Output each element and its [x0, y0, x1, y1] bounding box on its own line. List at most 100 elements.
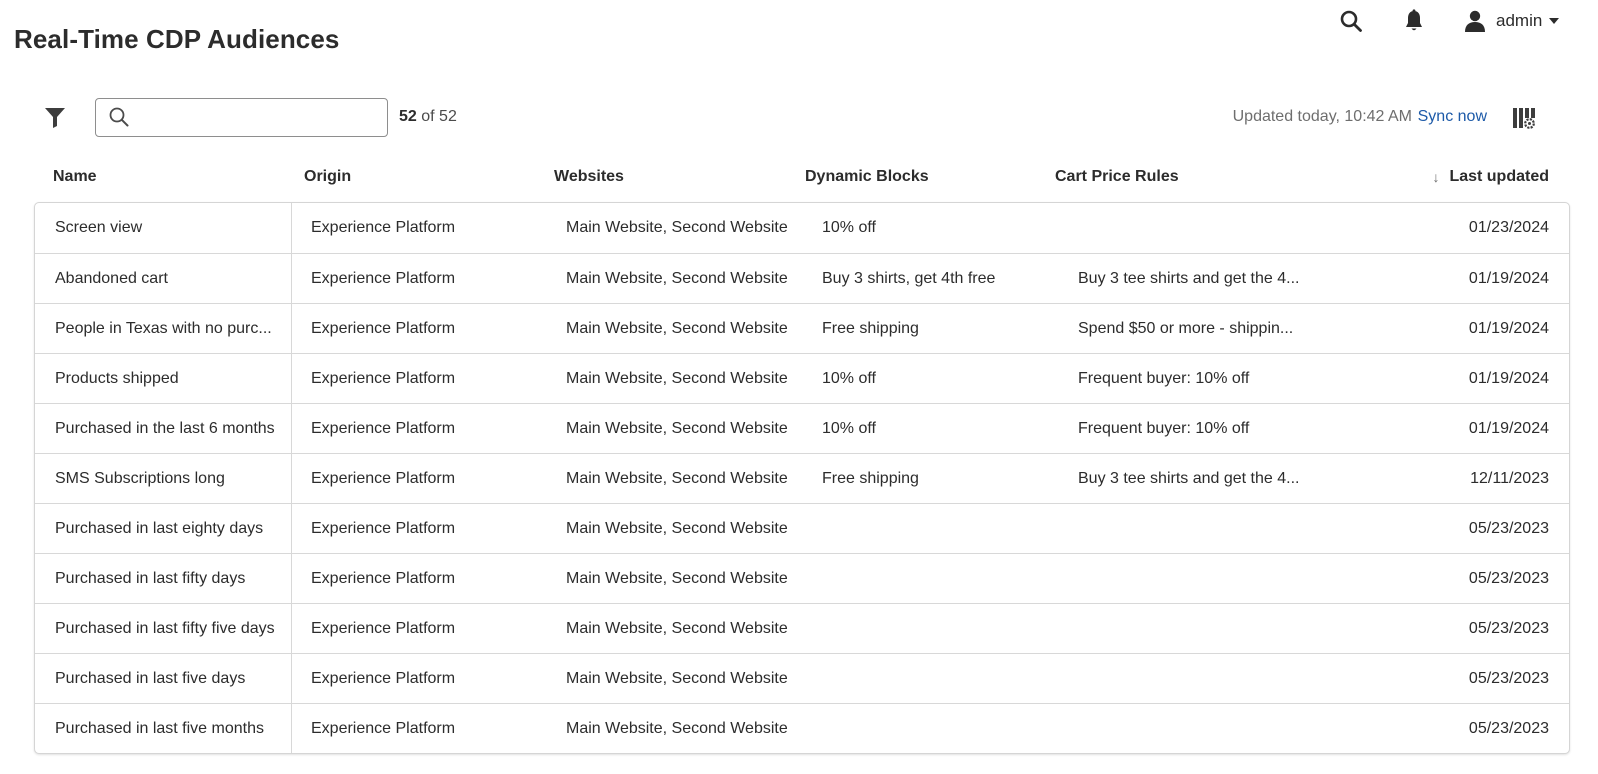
cell-origin: Experience Platform [311, 720, 456, 737]
search-icon [1340, 10, 1362, 32]
last-sync-status: Updated today, 10:42 AM [1232, 108, 1412, 125]
filter-button[interactable] [42, 104, 68, 130]
cell-dynamic-blocks: Buy 3 shirts, get 4th free [822, 270, 996, 287]
cell-dynamic-blocks: 10% off [822, 370, 876, 387]
cell-dynamic-blocks [822, 604, 1067, 653]
cell-origin: Experience Platform [311, 570, 456, 587]
table-row[interactable]: Purchased in the last 6 months Experience… [35, 403, 1569, 453]
column-header-name[interactable]: Name [53, 168, 97, 186]
table-row[interactable]: Purchased in last fifty days Experience P… [35, 553, 1569, 603]
cell-name: Purchased in the last 6 months [55, 420, 275, 437]
page-title: Real-Time CDP Audiences [14, 24, 340, 54]
search-icon [109, 107, 129, 127]
table-header: Name Origin Websites Dynamic Blocks Cart… [34, 166, 1570, 196]
cell-origin: Experience Platform [311, 670, 456, 687]
user-menu[interactable]: admin [1463, 8, 1560, 34]
cell-last-updated: 01/19/2024 [1468, 370, 1549, 387]
table-row[interactable]: Purchased in last five months Experience … [35, 703, 1569, 753]
cell-websites: Main Website, Second Website [566, 320, 788, 337]
cell-origin: Experience Platform [311, 270, 456, 287]
cell-websites: Main Website, Second Website [566, 520, 788, 537]
cell-origin: Experience Platform [311, 420, 456, 437]
column-divider [291, 504, 292, 553]
cell-cart-price-rules: Spend $50 or more - shippin... [1078, 320, 1294, 337]
global-search-button[interactable] [1338, 8, 1364, 34]
user-name: admin [1496, 11, 1543, 30]
cell-dynamic-blocks: 10% off [822, 219, 876, 236]
cell-name: Abandoned cart [55, 270, 168, 287]
cell-websites: Main Website, Second Website [566, 370, 788, 387]
column-divider [291, 454, 292, 503]
cell-name: Purchased in last fifty days [55, 570, 246, 587]
cell-dynamic-blocks: Free shipping [822, 470, 919, 487]
column-header-last-updated[interactable]: ↓ Last updated [1432, 168, 1549, 186]
cell-origin: Experience Platform [311, 520, 456, 537]
cell-cart-price-rules [1078, 203, 1318, 252]
column-divider [291, 304, 292, 353]
column-divider [291, 554, 292, 603]
column-divider [291, 704, 292, 753]
cell-last-updated: 05/23/2023 [1468, 570, 1549, 587]
table-row[interactable]: Abandoned cart Experience Platform Main We… [35, 253, 1569, 303]
column-header-origin[interactable]: Origin [304, 168, 351, 186]
result-count-shown: 52 [399, 108, 417, 125]
table-row[interactable]: SMS Subscriptions long Experience Platfor… [35, 453, 1569, 503]
cell-cart-price-rules [1078, 654, 1318, 703]
column-header-websites[interactable]: Websites [554, 168, 624, 186]
cell-name: SMS Subscriptions long [55, 470, 225, 487]
cell-origin: Experience Platform [311, 370, 456, 387]
column-divider [291, 354, 292, 403]
sort-descending-icon: ↓ [1432, 169, 1440, 185]
notifications-button[interactable] [1401, 8, 1427, 34]
table-row[interactable]: Products shipped Experience Platform Main … [35, 353, 1569, 403]
cell-last-updated: 05/23/2023 [1468, 720, 1549, 737]
cell-last-updated: 12/11/2023 [1470, 470, 1549, 487]
column-header-cart-price-rules[interactable]: Cart Price Rules [1055, 168, 1179, 186]
cell-websites: Main Website, Second Website [566, 620, 788, 637]
cell-cart-price-rules: Frequent buyer: 10% off [1078, 370, 1250, 387]
column-settings-button[interactable] [1512, 106, 1536, 130]
cell-name: Purchased in last eighty days [55, 520, 264, 537]
cell-origin: Experience Platform [311, 320, 456, 337]
cell-origin: Experience Platform [311, 470, 456, 487]
result-count: 52 of 52 [399, 108, 457, 126]
cell-cart-price-rules: Frequent buyer: 10% off [1078, 420, 1250, 437]
table-row[interactable]: Purchased in last fifty five days Experie… [35, 603, 1569, 653]
toolbar: 52 of 52 Updated today, 10:42 AM Sync no… [0, 98, 1598, 138]
cell-last-updated: 01/19/2024 [1468, 270, 1549, 287]
cell-cart-price-rules: Buy 3 tee shirts and get the 4... [1078, 270, 1300, 287]
search-field[interactable] [95, 98, 388, 137]
cell-dynamic-blocks [822, 554, 1067, 603]
cell-websites: Main Website, Second Website [566, 570, 788, 587]
table-row[interactable]: Purchased in last five days Experience Pl… [35, 653, 1569, 703]
cell-websites: Main Website, Second Website [566, 470, 788, 487]
cell-websites: Main Website, Second Website [566, 219, 788, 236]
cell-dynamic-blocks [822, 654, 1067, 703]
cell-name: Purchased in last fifty five days [55, 620, 275, 637]
cell-name: Purchased in last five months [55, 720, 264, 737]
column-divider [291, 654, 292, 703]
chevron-down-icon [1549, 18, 1560, 24]
audiences-table: Screen view Experience Platform Main Websi… [34, 202, 1570, 754]
cell-name: Products shipped [55, 370, 179, 387]
cell-cart-price-rules [1078, 604, 1318, 653]
search-input[interactable] [138, 99, 383, 136]
filter-icon [45, 108, 65, 128]
bell-icon [1406, 9, 1422, 31]
cell-dynamic-blocks: 10% off [822, 420, 876, 437]
cell-dynamic-blocks [822, 704, 1067, 753]
table-row[interactable]: Screen view Experience Platform Main Websi… [35, 203, 1569, 253]
cell-last-updated: 05/23/2023 [1468, 620, 1549, 637]
cell-name: Purchased in last five days [55, 670, 246, 687]
cell-websites: Main Website, Second Website [566, 420, 788, 437]
cell-last-updated: 01/19/2024 [1468, 420, 1549, 437]
table-row[interactable]: Purchased in last eighty days Experience … [35, 503, 1569, 553]
cell-cart-price-rules [1078, 704, 1318, 753]
cell-cart-price-rules [1078, 504, 1318, 553]
column-header-dynamic-blocks[interactable]: Dynamic Blocks [805, 168, 929, 186]
cell-last-updated: 01/19/2024 [1468, 320, 1549, 337]
column-divider [291, 254, 292, 303]
table-row[interactable]: People in Texas with no purc... Experienc… [35, 303, 1569, 353]
sync-now-link[interactable]: Sync now [1418, 108, 1487, 126]
user-icon [1465, 10, 1485, 32]
